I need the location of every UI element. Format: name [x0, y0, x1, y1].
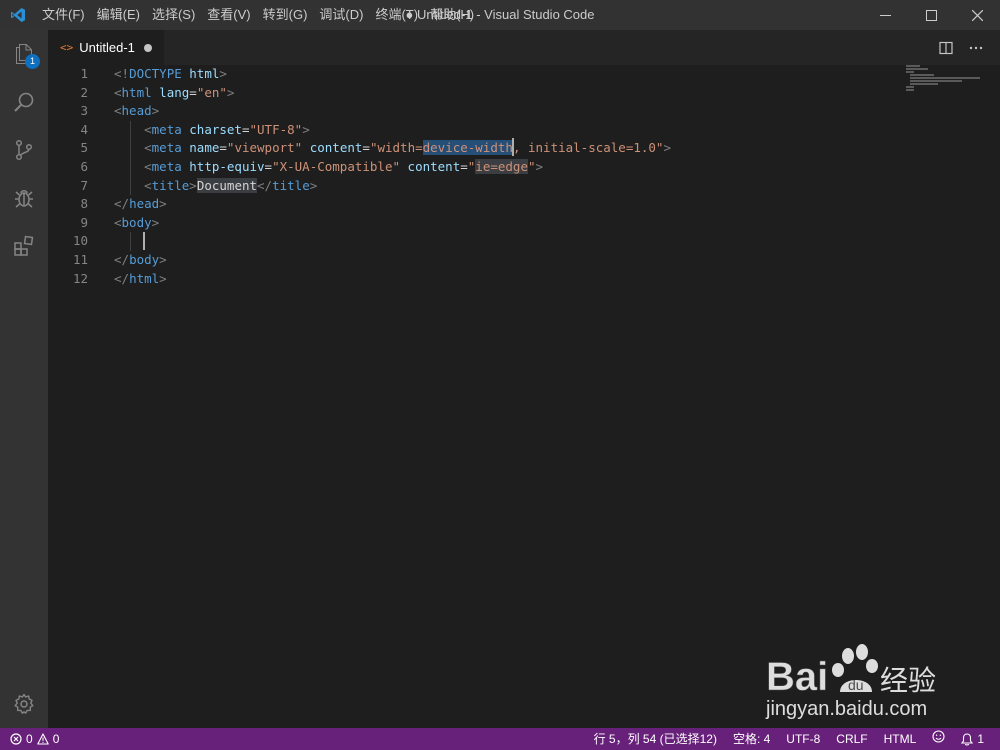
- line-number: 11: [72, 252, 88, 267]
- title-bar: 文件(F) 编辑(E) 选择(S) 查看(V) 转到(G) 调试(D) 终端(T…: [0, 0, 1000, 30]
- tab-bar: <> Untitled-1: [48, 30, 1000, 65]
- warning-icon: [36, 733, 49, 745]
- more-actions-button[interactable]: [966, 38, 986, 58]
- code-line: <meta name="viewport" content="width=dev…: [144, 140, 671, 156]
- code-line: <title>Document</title>: [144, 177, 318, 193]
- close-icon: [971, 9, 983, 21]
- code-line: </html>: [114, 270, 167, 286]
- line-number: 4: [80, 121, 88, 137]
- notifications-button[interactable]: 1: [953, 728, 992, 750]
- unsaved-dot-icon[interactable]: [143, 43, 152, 52]
- menu-go[interactable]: 转到(G): [257, 0, 314, 30]
- code-line: <meta charset="UTF-8">: [144, 121, 310, 137]
- line-number: 5: [80, 140, 88, 156]
- activity-bar: 1: [0, 30, 48, 728]
- baidu-paw-logo-icon: Bai du 经验: [766, 644, 936, 699]
- search-icon: [14, 92, 34, 112]
- window-controls: [862, 0, 1000, 30]
- activity-manage[interactable]: [0, 680, 48, 728]
- code-line: </head>: [114, 196, 167, 212]
- menu-debug[interactable]: 调试(D): [313, 0, 369, 30]
- ellipsis-icon: [969, 46, 983, 49]
- tab-untitled-1[interactable]: <> Untitled-1: [48, 30, 164, 65]
- error-icon: [10, 733, 22, 745]
- menu-help[interactable]: 帮助(H): [424, 0, 480, 30]
- encoding[interactable]: UTF-8: [778, 728, 828, 750]
- status-right: 行 5，列 54 (已选择12) 空格: 4 UTF-8 CRLF HTML 1: [586, 728, 992, 750]
- warning-count: 0: [52, 732, 60, 746]
- svg-text:Bai: Bai: [766, 655, 828, 699]
- menu-terminal[interactable]: 终端(T): [369, 0, 424, 30]
- settings-gear-icon: [14, 693, 34, 714]
- line-number: 6: [80, 159, 88, 174]
- code-line: <html lang="en">: [114, 84, 235, 100]
- text-cursor: [143, 232, 145, 250]
- line-number: 3: [80, 103, 88, 119]
- html-file-icon: <>: [60, 41, 74, 54]
- menu-file[interactable]: 文件(F): [36, 0, 91, 30]
- source-control-icon: [15, 139, 33, 161]
- code-editor[interactable]: 1 2 3 4 5 6 7 8 9 10 11 12 <!DOCTYPE htm…: [48, 65, 1000, 728]
- indentation[interactable]: 空格: 4: [725, 728, 778, 750]
- menu-bar: 文件(F) 编辑(E) 选择(S) 查看(V) 转到(G) 调试(D) 终端(T…: [36, 0, 480, 30]
- notification-count: 1: [977, 732, 984, 746]
- tab-label: Untitled-1: [79, 40, 135, 55]
- debug-icon: [15, 190, 33, 208]
- language-mode[interactable]: HTML: [876, 728, 925, 750]
- line-number: 12: [72, 270, 88, 286]
- activity-extensions[interactable]: [0, 222, 48, 270]
- menu-edit[interactable]: 编辑(E): [91, 0, 146, 30]
- watermark-url: jingyan.baidu.com: [766, 698, 928, 720]
- svg-text:du: du: [848, 677, 864, 693]
- baidu-jingyan-watermark: Bai du 经验 jingyan.baidu.com: [760, 640, 960, 730]
- code-line: <body>: [114, 214, 160, 230]
- menu-selection[interactable]: 选择(S): [146, 0, 201, 30]
- problems-indicator[interactable]: 0 0: [10, 728, 59, 750]
- maximize-button[interactable]: [908, 0, 954, 30]
- code-line: <!DOCTYPE html>: [114, 66, 227, 81]
- split-editor-button[interactable]: [936, 38, 956, 58]
- explorer-badge: 1: [25, 54, 40, 69]
- end-of-line[interactable]: CRLF: [828, 728, 875, 750]
- error-count: 0: [26, 732, 33, 746]
- code-line: <meta http-equiv="X-UA-Compatible" conte…: [144, 159, 544, 174]
- menu-view[interactable]: 查看(V): [201, 0, 256, 30]
- maximize-icon: [925, 9, 937, 21]
- code-line: <head>: [114, 103, 160, 119]
- code-line: </body>: [114, 252, 167, 267]
- extensions-icon: [14, 235, 34, 256]
- close-window-button[interactable]: [954, 0, 1000, 30]
- activity-search[interactable]: [0, 78, 48, 126]
- smiley-icon: [932, 730, 945, 743]
- line-number: 9: [80, 214, 88, 230]
- editor-actions: [936, 30, 986, 65]
- split-editor-icon: [939, 41, 953, 54]
- line-number: 8: [80, 196, 88, 212]
- minimize-icon: [879, 14, 891, 16]
- line-number: 1: [80, 66, 88, 81]
- activity-explorer[interactable]: 1: [0, 30, 48, 78]
- svg-text:经验: 经验: [880, 664, 936, 697]
- line-number: 10: [72, 233, 88, 249]
- line-number: 2: [80, 84, 88, 100]
- feedback-button[interactable]: [924, 728, 953, 750]
- cursor-position[interactable]: 行 5，列 54 (已选择12): [586, 728, 725, 750]
- line-number: 7: [80, 177, 88, 193]
- bell-icon: [961, 732, 974, 746]
- minimize-button[interactable]: [862, 0, 908, 30]
- activity-debug[interactable]: [0, 174, 48, 222]
- vscode-logo-icon: [0, 0, 36, 30]
- minimap[interactable]: [906, 65, 986, 95]
- text-cursor: [512, 138, 514, 156]
- status-bar: 0 0 行 5，列 54 (已选择12) 空格: 4 UTF-8 CRLF HT…: [0, 728, 1000, 750]
- activity-source-control[interactable]: [0, 126, 48, 174]
